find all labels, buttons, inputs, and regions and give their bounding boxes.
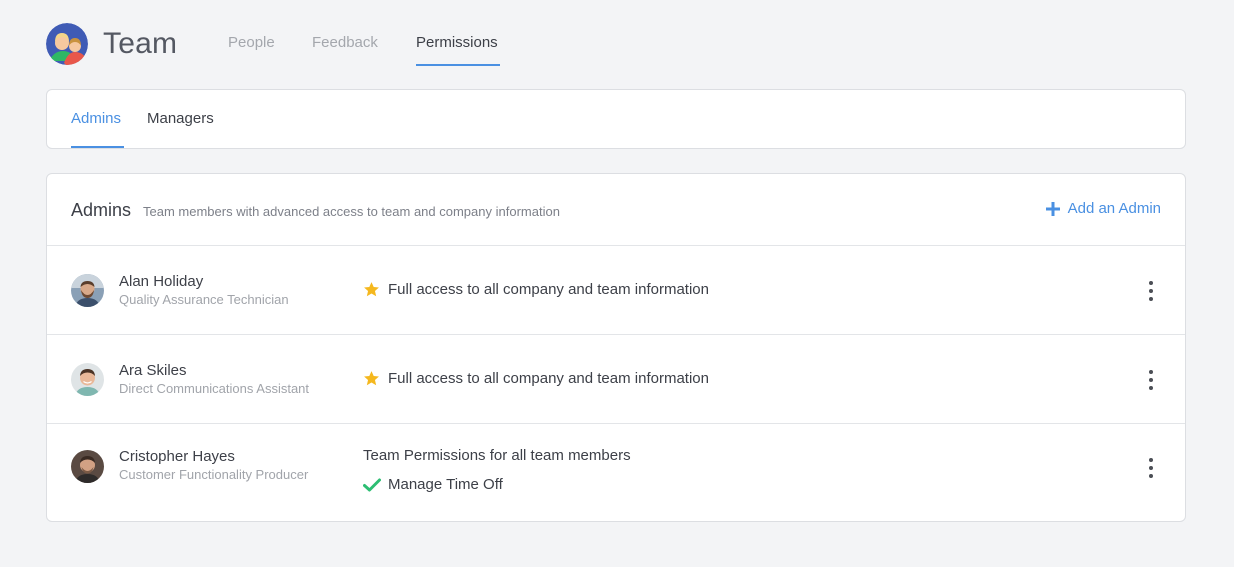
- person-role: Quality Assurance Technician: [119, 292, 289, 307]
- team-logo-icon: [46, 23, 88, 65]
- admin-row: Cristopher Hayes Customer Functionality …: [47, 424, 1185, 521]
- access-text: Full access to all company and team info…: [388, 281, 709, 298]
- admin-row: Ara Skiles Direct Communications Assista…: [47, 335, 1185, 424]
- tab-people[interactable]: People: [228, 34, 275, 51]
- person-name: Alan Holiday: [119, 273, 204, 290]
- person-name: Ara Skiles: [119, 362, 187, 379]
- more-options-icon[interactable]: [1147, 458, 1155, 478]
- access-text: Full access to all company and team info…: [388, 370, 709, 387]
- access-level: Full access to all company and team info…: [363, 370, 709, 387]
- active-subtab-indicator: [71, 146, 124, 148]
- subtab-managers[interactable]: Managers: [147, 110, 214, 127]
- more-options-icon[interactable]: [1147, 370, 1155, 390]
- section-subtitle: Team members with advanced access to tea…: [143, 204, 560, 219]
- star-icon: [364, 371, 379, 386]
- admins-panel: Admins Team members with advanced access…: [46, 173, 1186, 522]
- tab-feedback[interactable]: Feedback: [312, 34, 378, 51]
- check-icon: [363, 478, 381, 491]
- page-header: Team People Feedback Permissions: [46, 22, 500, 66]
- subtabs-bar: Admins Managers: [46, 89, 1186, 149]
- person-role: Direct Communications Assistant: [119, 381, 310, 396]
- person-name: Cristopher Hayes: [119, 448, 235, 465]
- avatar: [71, 450, 104, 483]
- permission-text: Manage Time Off: [388, 476, 503, 493]
- permission-item: Manage Time Off: [363, 476, 503, 493]
- avatar: [71, 274, 104, 307]
- plus-icon: [1045, 201, 1060, 216]
- add-admin-button[interactable]: Add an Admin: [1045, 200, 1161, 217]
- tab-permissions[interactable]: Permissions: [416, 34, 498, 51]
- more-options-icon[interactable]: [1147, 281, 1155, 301]
- admin-row: Alan Holiday Quality Assurance Technicia…: [47, 246, 1185, 335]
- section-title: Admins: [71, 200, 132, 220]
- avatar: [71, 363, 104, 396]
- add-admin-label: Add an Admin: [1067, 200, 1161, 217]
- admins-panel-header: Admins Team members with advanced access…: [47, 174, 1185, 246]
- star-icon: [364, 282, 379, 297]
- permissions-title: Team Permissions for all team members: [363, 447, 631, 464]
- active-tab-indicator: [416, 64, 500, 66]
- subtab-admins[interactable]: Admins: [71, 110, 121, 127]
- access-level: Full access to all company and team info…: [363, 281, 709, 298]
- page-title: Team: [103, 27, 178, 60]
- person-role: Customer Functionality Producer: [119, 467, 309, 482]
